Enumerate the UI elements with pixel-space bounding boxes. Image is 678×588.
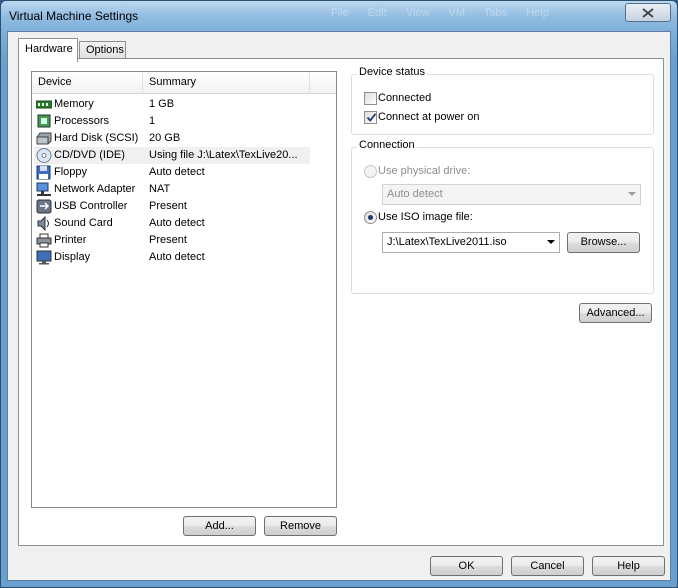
- ghost-menu-help: Help: [526, 7, 549, 19]
- device-summary: Auto detect: [149, 217, 205, 229]
- device-summary: 1 GB: [149, 98, 175, 110]
- device-name: Memory: [54, 98, 94, 110]
- use-iso-image-label[interactable]: Use ISO image file:: [378, 211, 473, 223]
- connected-checkbox[interactable]: [364, 92, 377, 105]
- processor-icon: [36, 114, 52, 129]
- device-summary: NAT: [149, 183, 171, 195]
- device-name: Display: [54, 251, 91, 263]
- sound-card-icon: [36, 215, 52, 232]
- chevron-down-icon: [547, 240, 555, 244]
- device-name: Network Adapter: [54, 183, 136, 195]
- ok-button[interactable]: OK: [430, 556, 503, 576]
- device-row-sound-card[interactable]: Sound Card Auto detect: [34, 215, 310, 232]
- hardware-tab-panel: Device Summary Memory 1 GB Processors 1 …: [18, 58, 664, 546]
- device-row-processors[interactable]: Processors 1: [34, 113, 310, 130]
- device-name: Hard Disk (SCSI): [54, 132, 139, 144]
- connect-at-power-on-checkbox[interactable]: [364, 111, 377, 124]
- ghost-menu-tabs: Tabs: [483, 7, 508, 19]
- device-list-header: Device Summary: [32, 72, 336, 94]
- device-name: CD/DVD (IDE): [54, 149, 125, 161]
- tab-hardware[interactable]: Hardware: [18, 38, 78, 62]
- device-name: USB Controller: [54, 200, 128, 212]
- cancel-button[interactable]: Cancel: [511, 556, 584, 576]
- physical-drive-value: Auto detect: [387, 188, 443, 200]
- window-title: Virtual Machine Settings: [9, 9, 139, 23]
- connection-title: Connection: [357, 139, 417, 151]
- ghost-menu-vm: VM: [448, 7, 466, 19]
- ghost-menu-file: File: [331, 7, 349, 19]
- remove-device-button[interactable]: Remove: [264, 516, 337, 536]
- floppy-icon: [36, 165, 52, 180]
- help-button[interactable]: Help: [592, 556, 665, 576]
- device-row-floppy[interactable]: Floppy Auto detect: [34, 164, 310, 181]
- background-menu-ghost: File Edit View VM Tabs Help: [331, 7, 651, 27]
- use-physical-drive-radio[interactable]: [364, 165, 377, 178]
- cd-dvd-icon: [36, 148, 52, 163]
- device-name: Floppy: [54, 166, 88, 178]
- radio-selected-dot: [368, 215, 373, 220]
- ghost-menu-view: View: [405, 7, 430, 19]
- display-icon: [36, 250, 52, 265]
- connected-label[interactable]: Connected: [378, 92, 431, 104]
- device-summary: Using file J:\Latex\TexLive20...: [149, 149, 298, 161]
- add-device-button[interactable]: Add...: [183, 516, 256, 536]
- device-row-printer[interactable]: Printer Present: [34, 232, 310, 249]
- chevron-down-icon: [628, 192, 636, 196]
- browse-button[interactable]: Browse...: [567, 232, 640, 253]
- usb-icon: [36, 199, 52, 214]
- iso-image-path-combo[interactable]: J:\Latex\TexLive2011.iso: [382, 232, 560, 253]
- device-summary: 1: [149, 115, 156, 127]
- use-iso-image-radio[interactable]: [364, 211, 377, 224]
- device-name: Printer: [54, 234, 87, 246]
- device-row-network-adapter[interactable]: Network Adapter NAT: [34, 181, 310, 198]
- device-summary: Auto detect: [149, 166, 205, 178]
- close-icon: [642, 7, 654, 18]
- printer-icon: [36, 233, 52, 248]
- network-adapter-icon: [36, 182, 52, 197]
- device-list[interactable]: Device Summary Memory 1 GB Processors 1 …: [31, 71, 337, 508]
- device-status-title: Device status: [357, 66, 428, 78]
- device-summary: 20 GB: [149, 132, 181, 144]
- column-header-summary[interactable]: Summary: [143, 72, 310, 94]
- dialog-body: Hardware Options Device Summary Memory 1…: [7, 31, 671, 581]
- use-physical-drive-label[interactable]: Use physical drive:: [378, 165, 470, 177]
- device-summary: Auto detect: [149, 251, 205, 263]
- device-row-memory[interactable]: Memory 1 GB: [34, 96, 310, 113]
- dialog-window: File Edit View VM Tabs Help Virtual Mach…: [0, 0, 678, 588]
- device-summary: Present: [149, 200, 187, 212]
- hard-disk-icon: [36, 131, 52, 146]
- tab-options[interactable]: Options: [79, 41, 126, 59]
- device-status-group: [351, 74, 654, 135]
- device-row-hard-disk[interactable]: Hard Disk (SCSI) 20 GB: [34, 130, 310, 147]
- title-bar[interactable]: File Edit View VM Tabs Help Virtual Mach…: [1, 1, 677, 31]
- device-row-usb-controller[interactable]: USB Controller Present: [34, 198, 310, 215]
- checkmark-icon: [366, 112, 377, 126]
- memory-icon: [35, 97, 53, 112]
- device-name: Processors: [54, 115, 110, 127]
- advanced-button[interactable]: Advanced...: [579, 303, 652, 323]
- connect-at-power-on-label[interactable]: Connect at power on: [378, 111, 480, 123]
- device-name: Sound Card: [54, 217, 113, 229]
- iso-image-path-value: J:\Latex\TexLive2011.iso: [387, 236, 507, 248]
- column-header-device[interactable]: Device: [32, 72, 143, 94]
- device-summary: Present: [149, 234, 187, 246]
- ghost-menu-edit: Edit: [367, 7, 387, 19]
- physical-drive-select[interactable]: Auto detect: [382, 184, 641, 205]
- device-row-cd-dvd[interactable]: CD/DVD (IDE) Using file J:\Latex\TexLive…: [34, 147, 310, 164]
- device-row-display[interactable]: Display Auto detect: [34, 249, 310, 266]
- close-button[interactable]: [625, 3, 671, 22]
